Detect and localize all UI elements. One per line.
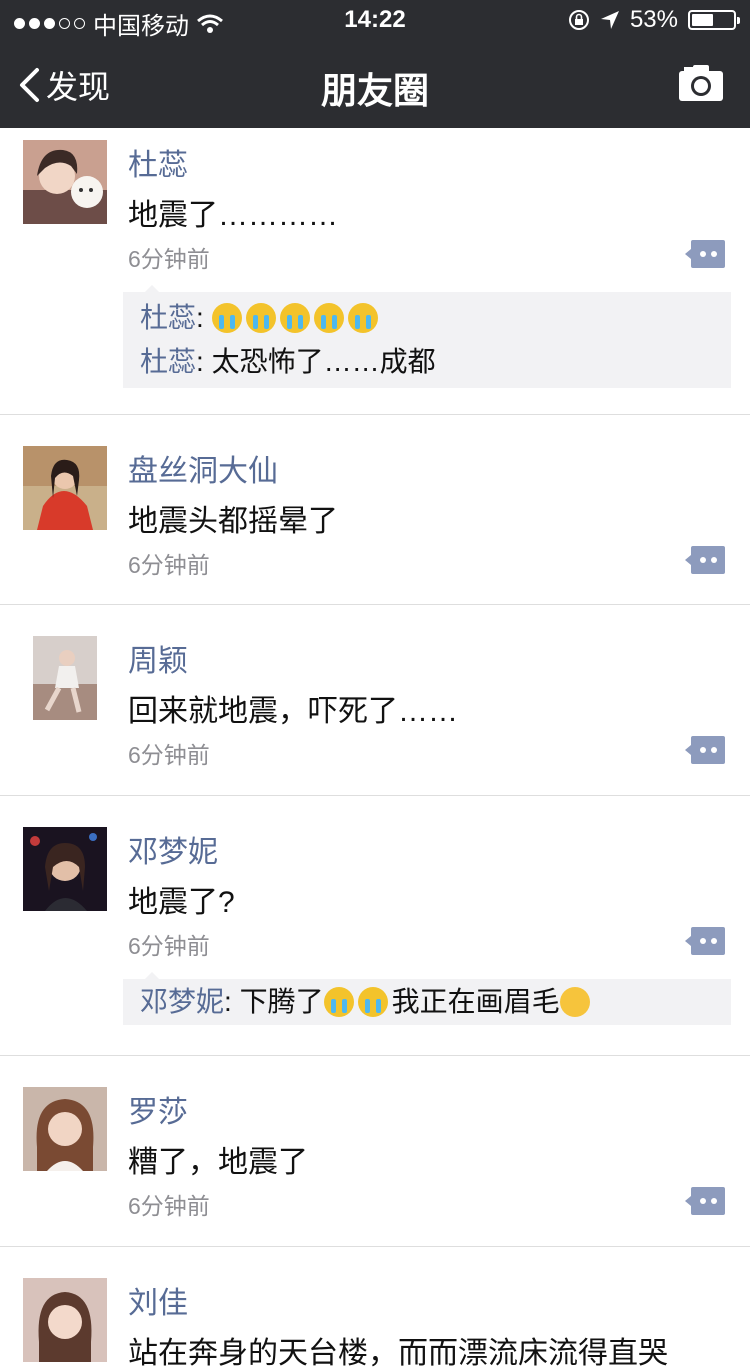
crying-emoji-icon [245,302,276,333]
comment-button-icon[interactable] [685,736,725,764]
moment-post: 杜蕊 地震了………… 6分钟前 杜蕊: 杜蕊: 太恐怖了……成都 [0,128,750,415]
comment-button-icon[interactable] [685,1187,725,1215]
location-arrow-icon [600,11,619,29]
comment-row[interactable]: 杜蕊: [123,296,731,340]
comment-text: 下腾了 [239,986,324,1017]
post-time: 6分钟前 [128,1193,210,1219]
commenter-name[interactable]: 杜蕊 [140,302,196,333]
laughing-emoji-icon [559,986,590,1017]
commenter-name[interactable]: 邓梦妮 [140,986,224,1017]
moment-post: 罗莎 糟了，地震了 6分钟前 [0,1056,750,1247]
author-name[interactable]: 罗莎 [128,1087,188,1131]
post-text: 地震了………… [128,199,338,232]
author-name[interactable]: 邓梦妮 [128,827,218,871]
avatar[interactable] [23,1087,107,1171]
moment-post: 盘丝洞大仙 地震头都摇晕了 6分钟前 [0,415,750,605]
status-bar: 中国移动 14:22 53% [0,0,750,40]
comment-row[interactable]: 邓梦妮: 下腾了 我正在画眉毛 [123,979,731,1025]
author-name[interactable]: 周颖 [128,636,188,680]
post-text: 站在奔身的天台楼，而而漂流床流得直哭 [128,1337,668,1370]
moment-post: 刘佳 站在奔身的天台楼，而而漂流床流得直哭 [0,1247,750,1370]
page-title: 朋友圈 [320,70,429,111]
moment-post: 邓梦妮 地震了? 6分钟前 邓梦妮: 下腾了 我正在画眉毛 [0,796,750,1056]
comment-button-icon[interactable] [685,546,725,574]
comment-button-icon[interactable] [685,240,725,268]
navigation-bar: 发现 朋友圈 [0,40,750,128]
comment-text: 太恐怖了……成都 [211,346,436,377]
post-time: 6分钟前 [128,552,210,578]
crying-emoji-icon [211,302,242,333]
crying-emoji-icon [279,302,310,333]
moment-post: 周颖 回来就地震，吓死了…… 6分钟前 [0,605,750,796]
crying-emoji-icon [323,986,354,1017]
comments-box: 杜蕊: 杜蕊: 太恐怖了……成都 [123,285,731,388]
commenter-name[interactable]: 杜蕊 [140,346,196,377]
post-text: 地震头都摇晕了 [128,505,338,538]
avatar[interactable] [23,827,107,911]
post-text: 回来就地震，吓死了…… [128,695,458,728]
post-text: 糟了，地震了 [128,1146,308,1179]
avatar[interactable] [23,140,107,224]
comment-button-icon[interactable] [685,927,725,955]
post-time: 6分钟前 [128,933,210,959]
author-name[interactable]: 刘佳 [128,1278,188,1322]
orientation-lock-icon [568,10,589,30]
post-time: 6分钟前 [128,742,210,768]
author-name[interactable]: 杜蕊 [128,140,188,184]
crying-emoji-icon [357,986,388,1017]
camera-icon[interactable] [678,64,724,102]
crying-emoji-icon [347,302,378,333]
battery-icon [688,10,740,30]
comments-box: 邓梦妮: 下腾了 我正在画眉毛 [123,972,731,1025]
author-name[interactable]: 盘丝洞大仙 [128,446,278,490]
comment-text: 我正在画眉毛 [391,986,560,1017]
avatar[interactable] [23,446,107,530]
comment-row[interactable]: 杜蕊: 太恐怖了……成都 [123,340,731,384]
moments-feed: 杜蕊 地震了………… 6分钟前 杜蕊: 杜蕊: 太恐怖了……成都 盘丝洞大仙 地… [0,128,750,1370]
avatar[interactable] [23,1278,107,1362]
crying-emoji-icon [313,302,344,333]
battery-percent: 53% [629,6,678,33]
post-text: 地震了? [128,886,235,919]
post-time: 6分钟前 [128,246,210,272]
avatar[interactable] [23,636,107,720]
